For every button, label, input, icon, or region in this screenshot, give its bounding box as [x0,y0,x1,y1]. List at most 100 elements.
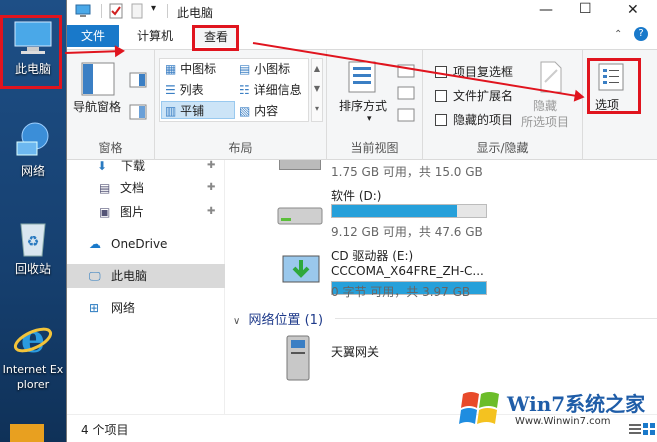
tab-file[interactable]: 文件 [67,25,120,47]
internet-explorer-icon: e [13,316,53,361]
size-columns-icon[interactable] [397,108,415,122]
nav-item-downloads[interactable]: ⬇ 下载 ✚ [67,154,225,178]
network-globe-icon [13,120,53,160]
hidden-items-option[interactable]: 隐藏的项目 [435,111,513,128]
layout-medium-icons[interactable]: ▦ 中图标 [165,60,216,77]
ribbon-collapse-icon[interactable]: ⌃ [614,29,622,40]
cloud-icon: ☁ [89,237,101,251]
section-divider [335,318,657,319]
sort-by-icon[interactable] [347,60,377,94]
desktop-icon-partial [10,424,44,442]
hide-selected-sub: 所选项目 [521,115,570,129]
this-pc-icon [75,4,91,17]
desktop-icon-network[interactable]: 网络 [0,120,66,179]
drive-e-name: CD 驱动器 (E:) [331,249,414,263]
svg-text:♻: ♻ [27,234,40,250]
nav-item-this-pc[interactable]: 🖵 此电脑 [67,264,225,288]
new-folder-icon[interactable] [131,3,143,19]
pin-icon[interactable]: ✚ [207,154,215,178]
pin-icon[interactable]: ✚ [207,176,215,200]
drive-c-icon [279,160,321,170]
document-icon: ▤ [99,181,111,195]
drive-d-usage-fill [332,205,457,217]
checkbox[interactable] [435,114,447,126]
sort-dropdown-icon: ▾ [367,114,372,124]
nav-item-documents[interactable]: ▤ 文档 ✚ [67,176,225,200]
preview-pane-icon[interactable] [129,72,147,88]
add-columns-icon[interactable] [397,86,415,100]
watermark-brand: Win7系统之家 [507,392,646,416]
watermark-url: Www.Winwin7.com [515,416,611,427]
network-icon: ⊞ [89,301,100,315]
watermark: Win7系统之家 Www.Winwin7.com [459,384,655,436]
layout-details[interactable]: ☷ 详细信息 [239,81,302,98]
layout-list[interactable]: ☰ 列表 [165,81,204,98]
window-title: 此电脑 [177,6,214,20]
quick-access-dropdown-icon[interactable]: ▾ [151,3,156,14]
drive-e-info: 0 字节 可用，共 3.97 GB [331,285,471,299]
group-show-hide: 项目复选框 文件扩展名 隐藏的项目 隐藏 所选项目 显示/隐藏 [423,50,583,160]
download-arrow-icon: ⬇ [97,159,108,173]
highlight-view-tab [192,25,239,51]
group-panes: 导航窗格 窗格 [67,50,155,160]
windows-logo-icon [459,392,499,424]
ribbon-tabs: 文件 计算机 查看 ⌃ ? [67,22,657,50]
layout-tiles[interactable]: ▥ 平铺 [161,101,235,119]
layout-small-icons[interactable]: ▤ 小图标 [239,60,290,77]
recycle-bin-icon: ♻ [13,218,53,258]
chevron-down-icon: ∨ [233,316,241,327]
content-area: 1.75 GB 可用，共 15.0 GB 软件 (D:) 9.12 GB 可用，… [225,160,657,414]
network-locations-header[interactable]: ∨ 网络位置 (1) [233,309,323,328]
sort-by-button[interactable]: 排序方式 [339,97,387,114]
pin-icon[interactable]: ✚ [207,200,215,224]
help-icon[interactable]: ? [634,27,648,41]
close-button[interactable]: ✕ [627,2,639,18]
cd-drive-icon [282,255,320,283]
maximize-button[interactable]: ☐ [579,1,592,17]
tiles-icon: ▥ [165,104,177,118]
list-icon: ☰ [165,83,176,97]
highlight-desktop-this-pc [0,15,62,89]
navigation-pane: ⬇ 下载 ✚ ▤ 文档 ✚ ▣ 图片 ✚ ☁ OneDrive 🖵 此电脑 ⊞ … [67,159,225,414]
medium-icons-icon: ▦ [165,62,177,76]
drive-e-label: CCCOMA_X64FRE_ZH-C... [331,264,484,278]
router-icon [286,335,310,381]
drive-d-usage-bar [331,204,487,218]
file-extensions-option[interactable]: 文件扩展名 [435,87,513,104]
drive-d-name: 软件 (D:) [331,189,382,203]
nav-item-pictures[interactable]: ▣ 图片 ✚ [67,200,225,224]
checkbox[interactable] [435,90,447,102]
layout-content[interactable]: ▧ 内容 [239,102,278,119]
hard-drive-icon [277,207,323,225]
minimize-button[interactable]: — [539,2,553,18]
desktop-icon-label: 回收站 [14,262,51,276]
drive-d-info: 9.12 GB 可用，共 47.6 GB [331,225,483,239]
explorer-window: ▾ 此电脑 — ☐ ✕ 文件 计算机 查看 ⌃ ? 导航窗格 窗格 ▦ 中图标 … [64,0,657,442]
small-icons-icon: ▤ [239,62,251,76]
group-title-show-hide: 显示/隐藏 [476,141,529,155]
content-icon: ▧ [239,104,251,118]
details-icon: ☷ [239,83,250,97]
desktop-icon-recycle-bin[interactable]: ♻ 回收站 [0,218,66,277]
picture-icon: ▣ [99,205,111,219]
item-count: 4 个项目 [81,423,129,437]
monitor-icon: 🖵 [89,269,101,283]
desktop-icon-ie[interactable]: e Internet Explorer [0,316,66,392]
highlight-options [587,58,641,114]
group-title-current-view: 当前视图 [350,141,399,155]
navigation-pane-icon[interactable] [81,62,115,96]
group-layout: ▦ 中图标 ▤ 小图标 ☰ 列表 ☷ 详细信息 ▥ 平铺 ▧ 内容 ▲ ▼ ▾ 布局 [155,50,327,160]
details-pane-icon[interactable] [129,104,147,120]
layout-gallery-scroll[interactable]: ▲ ▼ ▾ [311,58,323,122]
desktop-icon-label: Internet Explorer [2,363,64,391]
network-item-name: 天翼网关 [331,345,380,359]
ribbon-view: 导航窗格 窗格 ▦ 中图标 ▤ 小图标 ☰ 列表 ☷ 详细信息 ▥ 平铺 ▧ 内… [67,50,657,160]
hide-selected-button[interactable]: 隐藏 [533,97,557,114]
nav-item-network[interactable]: ⊞ 网络 [67,296,225,320]
nav-item-onedrive[interactable]: ☁ OneDrive [67,232,225,256]
navigation-pane-button[interactable]: 导航窗格 [73,98,121,115]
tab-computer[interactable]: 计算机 [127,25,183,47]
desktop-icon-label: 网络 [20,164,45,178]
drive-c-info: 1.75 GB 可用，共 15.0 GB [331,165,483,179]
properties-icon[interactable] [109,3,123,19]
